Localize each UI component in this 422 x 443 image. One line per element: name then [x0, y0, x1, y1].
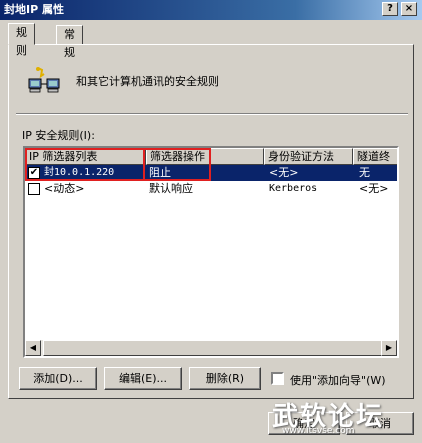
- table-row[interactable]: <动态> 默认响应 Kerberos <无>: [25, 181, 397, 197]
- row-filter-list: 封10.0.1.220: [44, 167, 115, 178]
- tab-rules[interactable]: 规则: [8, 23, 35, 57]
- horizontal-scrollbar[interactable]: ◀ ▶: [25, 340, 397, 356]
- wizard-checkbox-label[interactable]: 使用"添加向导"(W): [290, 372, 386, 388]
- title-bar: 封地IP 属性 ? ×: [0, 0, 422, 20]
- help-button[interactable]: ?: [382, 2, 398, 16]
- separator: [16, 113, 408, 115]
- column-header-filter-action[interactable]: 筛选器操作: [146, 148, 264, 165]
- row-filter-list: <动态>: [44, 182, 85, 195]
- row-tunnel: 无: [359, 166, 370, 179]
- description-text: 和其它计算机通讯的安全规则: [76, 75, 219, 88]
- column-header-tunnel[interactable]: 隧道终: [353, 148, 397, 165]
- tab-general[interactable]: 常规: [56, 25, 83, 59]
- scroll-thumb[interactable]: [43, 340, 385, 356]
- row-filter-action: 默认响应: [149, 182, 193, 195]
- rules-listview[interactable]: IP 筛选器列表 筛选器操作 身份验证方法 隧道终 ✔ 封10.0.1.220 …: [23, 146, 399, 358]
- scroll-right-icon[interactable]: ▶: [381, 340, 397, 356]
- column-header-filter-list[interactable]: IP 筛选器列表: [25, 148, 146, 165]
- table-row[interactable]: ✔ 封10.0.1.220 阻止 <无> 无: [25, 165, 397, 181]
- wizard-checkbox[interactable]: [271, 372, 284, 385]
- close-button[interactable]: ×: [401, 2, 417, 16]
- row-tunnel: <无>: [359, 182, 389, 195]
- edit-button[interactable]: 编辑(E)...: [104, 367, 182, 390]
- list-label: IP 安全规则(I):: [22, 129, 95, 142]
- column-header-auth-method[interactable]: 身份验证方法: [264, 148, 353, 165]
- list-header: IP 筛选器列表 筛选器操作 身份验证方法 隧道终: [25, 148, 397, 165]
- scroll-left-icon[interactable]: ◀: [25, 340, 41, 356]
- row-filter-action: 阻止: [149, 166, 171, 179]
- remove-button[interactable]: 删除(R): [189, 367, 261, 390]
- rule-checkbox[interactable]: [28, 183, 40, 195]
- add-button[interactable]: 添加(D)...: [19, 367, 97, 390]
- window-title: 封地IP 属性: [4, 3, 64, 16]
- rule-checkbox[interactable]: ✔: [28, 167, 40, 179]
- row-auth-method: Kerberos: [269, 183, 318, 194]
- row-auth-method: <无>: [269, 166, 299, 179]
- watermark-url: www.itsvse.com: [282, 426, 355, 436]
- check-icon: ✔: [29, 167, 39, 178]
- network-computers-icon: [28, 67, 60, 93]
